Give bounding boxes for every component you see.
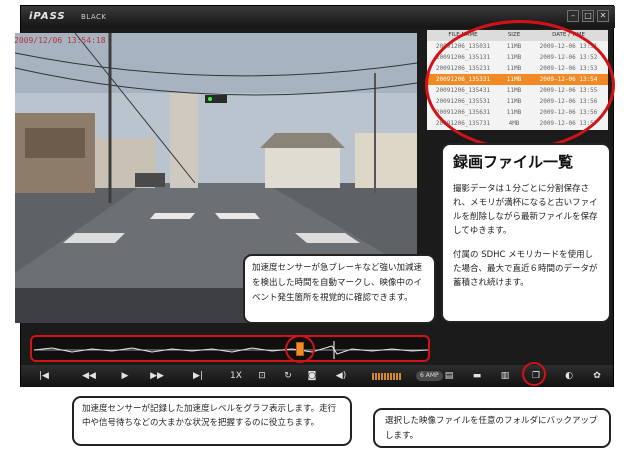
close-button[interactable]: ✕ (597, 10, 609, 22)
accel-graph-callout: 加速度センサーが記録した加速度レベルをグラフ表示します。走行中や信号待ちなどの大… (72, 396, 352, 446)
file-list-table: FILE NAME SIZE DATE / TIME 20091206_1350… (427, 30, 608, 130)
file-name-cell: 20091206_135631 (435, 109, 491, 116)
next-file-button[interactable]: ▶| (189, 368, 207, 384)
previous-file-button[interactable]: |◀ (35, 368, 53, 384)
file-size-cell: 11MB (506, 87, 522, 94)
file-list-row[interactable]: 20091206_135331 11MB 2009-12-06 13:54 (427, 74, 608, 85)
rotate-icon[interactable]: ↻ (281, 368, 295, 384)
file-list-callout-text-2: 付属の SDHC メモリカードを使用した場合、最大で直近６時間のデータが蓄積され… (453, 250, 598, 288)
file-name-cell: 20091206_135431 (435, 87, 491, 94)
file-date-cell: 2009-12-06 13:51 (539, 43, 598, 50)
minimize-button[interactable]: – (567, 10, 579, 22)
file-list-header: FILE NAME SIZE DATE / TIME (427, 30, 608, 41)
title-bar[interactable]: iPASS BLACK – □ ✕ (21, 6, 615, 28)
file-list-callout-title: 録画ファイル一覧 (453, 153, 574, 171)
file-name-cell: 20091206_135031 (435, 43, 491, 50)
playback-speed-button[interactable]: 1X (227, 368, 245, 384)
open-file-icon[interactable]: ▤ (441, 368, 457, 384)
file-date-cell: 2009-12-06 13:57 (539, 120, 598, 127)
column-file-name[interactable]: FILE NAME (427, 30, 499, 41)
file-list-row[interactable]: 20091206_135031 11MB 2009-12-06 13:51 (427, 41, 608, 52)
file-list-row[interactable]: 20091206_135731 4MB 2009-12-06 13:57 (427, 118, 608, 129)
snapshot-camera-icon[interactable]: ◙ (305, 368, 319, 384)
file-date-cell: 2009-12-06 13:53 (539, 65, 598, 72)
event-marker-highlight-circle (285, 335, 315, 363)
play-button[interactable]: ▶ (117, 368, 133, 384)
app-logo: iPASS (29, 11, 66, 22)
recording-timestamp: 2009/12/06 13:54:18 (14, 36, 106, 45)
backup-callout: 選択した映像ファイルを任意のフォルダにバックアップします。 (373, 408, 611, 448)
file-name-cell: 20091206_135231 (435, 65, 491, 72)
file-list-callout: 録画ファイル一覧 撮影データは１分ごとに分割保存され、メモリが満杯になると古いフ… (441, 143, 611, 323)
file-date-cell: 2009-12-06 13:55 (539, 87, 598, 94)
accel-event-callout: 加速度センサーが急ブレーキなど強い加減速を検出した時間を自動マークし、映像中のイ… (243, 254, 436, 324)
file-name-cell: 20091206_135531 (435, 98, 491, 105)
file-list-row[interactable]: 20091206_135531 11MB 2009-12-06 13:56 (427, 96, 608, 107)
delete-icon[interactable]: ▥ (497, 368, 513, 384)
volume-level-meter[interactable] (372, 373, 401, 380)
acceleration-waveform (33, 341, 428, 359)
acceleration-graph[interactable] (30, 335, 430, 362)
file-name-cell: 20091206_135131 (435, 54, 491, 61)
amp-badge[interactable]: 6 AMP (416, 371, 443, 381)
column-size[interactable]: SIZE (499, 30, 529, 41)
file-size-cell: 11MB (506, 76, 522, 83)
file-size-cell: 4MB (508, 120, 520, 127)
file-size-cell: 11MB (506, 98, 522, 105)
file-list-row[interactable]: 20091206_135131 11MB 2009-12-06 13:52 (427, 52, 608, 63)
fit-screen-icon[interactable]: ⊡ (255, 368, 269, 384)
file-list-row[interactable]: 20091206_135231 11MB 2009-12-06 13:53 (427, 63, 608, 74)
fast-forward-button[interactable]: ▶▶ (147, 368, 167, 384)
maximize-button[interactable]: □ (582, 10, 594, 22)
column-date-time[interactable]: DATE / TIME (529, 30, 608, 41)
file-name-cell: 20091206_135331 (435, 76, 491, 83)
file-list-row[interactable]: 20091206_135431 11MB 2009-12-06 13:55 (427, 85, 608, 96)
file-list-row[interactable]: 20091206_135631 11MB 2009-12-06 13:56 (427, 107, 608, 118)
file-size-cell: 11MB (506, 109, 522, 116)
app-logo-subtitle: BLACK (81, 13, 107, 21)
file-date-cell: 2009-12-06 13:56 (539, 109, 598, 116)
backup-button-highlight-circle (522, 362, 546, 386)
file-size-cell: 11MB (506, 43, 522, 50)
file-date-cell: 2009-12-06 13:54 (539, 76, 598, 83)
file-size-cell: 11MB (506, 54, 522, 61)
file-date-cell: 2009-12-06 13:52 (539, 54, 598, 61)
file-list-callout-text-1: 撮影データは１分ごとに分割保存され、メモリが満杯になると古いファイルを削除しなが… (453, 184, 598, 236)
settings-gear-icon[interactable]: ✿ (589, 368, 605, 384)
folder-icon[interactable]: ▬ (469, 368, 485, 384)
rewind-button[interactable]: ◀◀ (79, 368, 99, 384)
file-name-cell: 20091206_135731 (435, 120, 491, 127)
info-icon[interactable]: ◐ (561, 368, 577, 384)
volume-speaker-icon[interactable]: ◀) (333, 368, 349, 384)
file-size-cell: 11MB (506, 65, 522, 72)
file-date-cell: 2009-12-06 13:56 (539, 98, 598, 105)
